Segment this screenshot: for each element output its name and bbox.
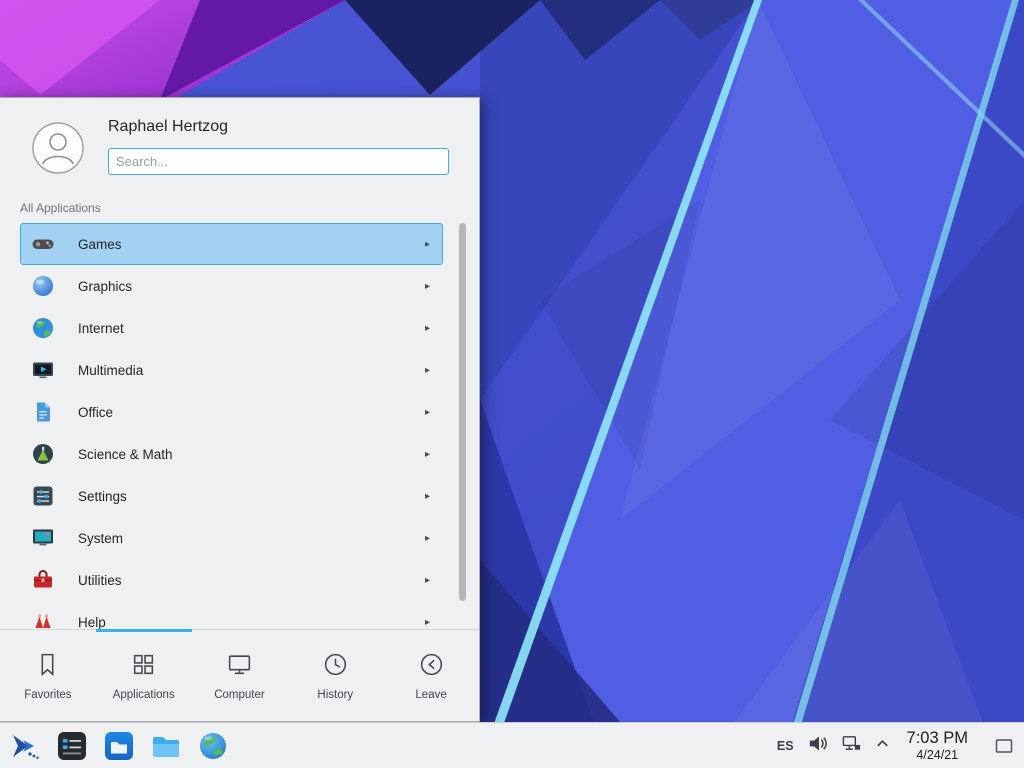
system-tray: ES bbox=[777, 727, 1015, 765]
leave-icon bbox=[418, 651, 445, 683]
category-row-internet[interactable]: Internet ▸ bbox=[20, 307, 443, 349]
category-label: Science & Math bbox=[78, 447, 173, 462]
taskbar-apps bbox=[8, 729, 230, 763]
toolbox-icon bbox=[30, 567, 56, 593]
digital-clock[interactable]: 7:03 PM 4/24/21 bbox=[907, 729, 968, 761]
category-row-graphics[interactable]: Graphics ▸ bbox=[20, 265, 443, 307]
graphics-sphere-icon bbox=[30, 273, 56, 299]
office-document-icon bbox=[30, 399, 56, 425]
category-row-utilities[interactable]: Utilities ▸ bbox=[20, 559, 443, 601]
blue-app-icon[interactable] bbox=[102, 729, 136, 763]
category-row-settings[interactable]: Settings ▸ bbox=[20, 475, 443, 517]
user-name: Raphael Hertzog bbox=[108, 118, 228, 136]
category-row-system[interactable]: System ▸ bbox=[20, 517, 443, 559]
launcher-tabbar: Favorites Applications bbox=[0, 629, 479, 721]
globe-icon bbox=[30, 315, 56, 341]
category-row-multimedia[interactable]: Multimedia ▸ bbox=[20, 349, 443, 391]
category-label: Settings bbox=[78, 489, 127, 504]
category-label: Graphics bbox=[78, 279, 132, 294]
clock-icon bbox=[322, 651, 349, 683]
application-launcher-popup: Raphael Hertzog All Applications Games ▸ bbox=[0, 97, 480, 722]
category-row-help[interactable]: Help ▸ bbox=[20, 601, 443, 631]
tab-label: History bbox=[317, 689, 353, 701]
category-row-office[interactable]: Office ▸ bbox=[20, 391, 443, 433]
help-icon bbox=[30, 609, 56, 631]
keyboard-layout-indicator[interactable]: ES bbox=[777, 739, 794, 753]
chevron-right-icon: ▸ bbox=[425, 575, 430, 586]
desktop: Raphael Hertzog All Applications Games ▸ bbox=[0, 0, 1024, 768]
folder-icon[interactable] bbox=[149, 729, 183, 763]
taskbar: ES bbox=[0, 722, 1024, 768]
chevron-right-icon: ▸ bbox=[425, 365, 430, 376]
search-input[interactable] bbox=[108, 148, 449, 175]
clock-date: 4/24/21 bbox=[907, 748, 968, 762]
section-label: All Applications bbox=[20, 201, 101, 215]
settings-icon bbox=[30, 483, 56, 509]
monitor-icon bbox=[226, 651, 253, 683]
volume-icon[interactable] bbox=[807, 733, 828, 759]
launcher-header: Raphael Hertzog bbox=[0, 98, 479, 190]
tab-label: Computer bbox=[214, 689, 265, 701]
chevron-right-icon: ▸ bbox=[425, 323, 430, 334]
category-label: System bbox=[78, 531, 123, 546]
tab-label: Applications bbox=[113, 689, 175, 701]
web-browser-icon[interactable] bbox=[196, 729, 230, 763]
application-category-list: Games ▸ Graphics ▸ bbox=[0, 223, 479, 631]
system-monitor-icon bbox=[30, 525, 56, 551]
scrollbar-handle[interactable] bbox=[459, 223, 466, 601]
kali-menu-icon[interactable] bbox=[8, 729, 42, 763]
chevron-right-icon: ▸ bbox=[425, 491, 430, 502]
category-label: Help bbox=[78, 615, 106, 630]
show-desktop-button[interactable] bbox=[993, 727, 1015, 765]
chevron-right-icon: ▸ bbox=[425, 449, 430, 460]
chevron-right-icon: ▸ bbox=[425, 533, 430, 544]
category-row-games[interactable]: Games ▸ bbox=[20, 223, 443, 265]
bookmark-icon bbox=[34, 651, 61, 683]
category-label: Internet bbox=[78, 321, 124, 336]
gamepad-icon bbox=[30, 231, 56, 257]
user-avatar-icon[interactable] bbox=[32, 122, 84, 174]
category-label: Utilities bbox=[78, 573, 122, 588]
tab-label: Favorites bbox=[24, 689, 71, 701]
category-label: Multimedia bbox=[78, 363, 143, 378]
chevron-right-icon: ▸ bbox=[425, 239, 430, 250]
tab-leave[interactable]: Leave bbox=[383, 630, 479, 721]
tab-favorites[interactable]: Favorites bbox=[0, 630, 96, 721]
chevron-right-icon: ▸ bbox=[425, 617, 430, 628]
network-icon[interactable] bbox=[841, 733, 862, 759]
category-label: Office bbox=[78, 405, 113, 420]
chevron-right-icon: ▸ bbox=[425, 281, 430, 292]
tab-applications[interactable]: Applications bbox=[96, 630, 192, 721]
grid-icon bbox=[130, 651, 157, 683]
tab-computer[interactable]: Computer bbox=[192, 630, 288, 721]
chevron-right-icon: ▸ bbox=[425, 407, 430, 418]
category-row-science-math[interactable]: Science & Math ▸ bbox=[20, 433, 443, 475]
science-icon bbox=[30, 441, 56, 467]
tab-history[interactable]: History bbox=[287, 630, 383, 721]
expand-tray-icon[interactable] bbox=[875, 736, 890, 756]
terminal-settings-icon[interactable] bbox=[55, 729, 89, 763]
clock-time: 7:03 PM bbox=[907, 729, 968, 747]
tab-label: Leave bbox=[415, 689, 446, 701]
multimedia-icon bbox=[30, 357, 56, 383]
category-label: Games bbox=[78, 237, 122, 252]
